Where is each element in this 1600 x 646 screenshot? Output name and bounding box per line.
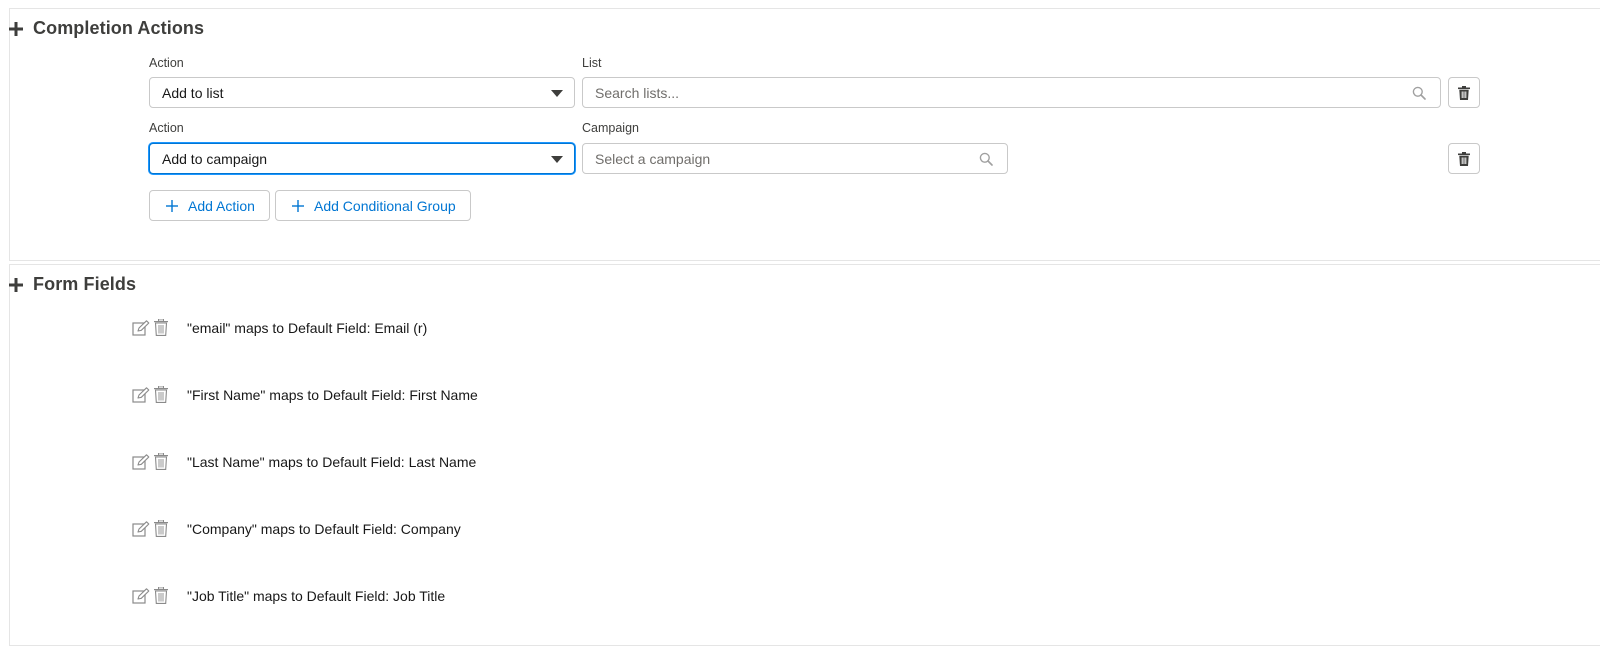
- add-action-label: Add Action: [188, 197, 255, 214]
- completion-actions-panel: [9, 8, 1600, 261]
- plus-icon: [166, 199, 178, 212]
- trash-icon[interactable]: [153, 520, 169, 537]
- campaign-label: Campaign: [582, 121, 639, 135]
- plus-icon[interactable]: [9, 21, 23, 36]
- form-field-mapping-text: "Company" maps to Default Field: Company: [187, 520, 461, 537]
- form-field-row: "Job Title" maps to Default Field: Job T…: [132, 587, 445, 604]
- form-field-mapping-text: "email" maps to Default Field: Email (r): [187, 319, 428, 336]
- action-select-value: Add to list: [162, 84, 224, 101]
- chevron-down-icon: [551, 90, 563, 97]
- edit-icon[interactable]: [132, 386, 150, 403]
- completion-actions-header[interactable]: Completion Actions: [9, 18, 204, 39]
- action-select[interactable]: Add to list: [149, 77, 575, 108]
- trash-icon: [1458, 151, 1470, 166]
- form-field-row: "Company" maps to Default Field: Company: [132, 520, 461, 537]
- action-label: Action: [149, 121, 184, 135]
- form-field-row: "email" maps to Default Field: Email (r): [132, 319, 427, 336]
- action-select-value: Add to campaign: [162, 150, 268, 167]
- search-icon: [1412, 86, 1426, 100]
- form-field-row: "Last Name" maps to Default Field: Last …: [132, 453, 476, 470]
- section-title: Completion Actions: [33, 18, 205, 38]
- form-field-mapping-text: "Job Title" maps to Default Field: Job T…: [187, 587, 446, 604]
- trash-icon: [1458, 85, 1470, 100]
- edit-icon[interactable]: [132, 587, 150, 604]
- campaign-search-placeholder: Select a campaign: [595, 150, 711, 167]
- plus-icon[interactable]: [9, 277, 23, 292]
- add-conditional-group-label: Add Conditional Group: [314, 197, 456, 214]
- trash-icon[interactable]: [153, 453, 169, 470]
- form-fields-header[interactable]: Form Fields: [9, 274, 136, 295]
- action-label: Action: [149, 56, 184, 70]
- add-conditional-group-button[interactable]: Add Conditional Group: [275, 190, 471, 221]
- form-field-mapping-text: "First Name" maps to Default Field: Firs…: [187, 386, 478, 403]
- chevron-down-icon: [551, 156, 563, 163]
- plus-icon: [292, 199, 304, 212]
- edit-icon[interactable]: [132, 453, 150, 470]
- add-action-button[interactable]: Add Action: [149, 190, 270, 221]
- list-label: List: [582, 56, 602, 70]
- delete-action-button[interactable]: [1448, 77, 1480, 108]
- action-select[interactable]: Add to campaign: [149, 143, 575, 174]
- section-title: Form Fields: [33, 274, 137, 294]
- form-field-row: "First Name" maps to Default Field: Firs…: [132, 386, 478, 403]
- form-field-mapping-text: "Last Name" maps to Default Field: Last …: [187, 453, 477, 470]
- campaign-search-input[interactable]: Select a campaign: [582, 143, 1008, 174]
- trash-icon[interactable]: [153, 386, 169, 403]
- trash-icon[interactable]: [153, 587, 169, 604]
- delete-action-button[interactable]: [1448, 143, 1480, 174]
- trash-icon[interactable]: [153, 319, 169, 336]
- search-icon: [979, 152, 993, 166]
- edit-icon[interactable]: [132, 319, 150, 336]
- list-search-placeholder: Search lists...: [595, 84, 680, 101]
- edit-icon[interactable]: [132, 520, 150, 537]
- list-search-input[interactable]: Search lists...: [582, 77, 1441, 108]
